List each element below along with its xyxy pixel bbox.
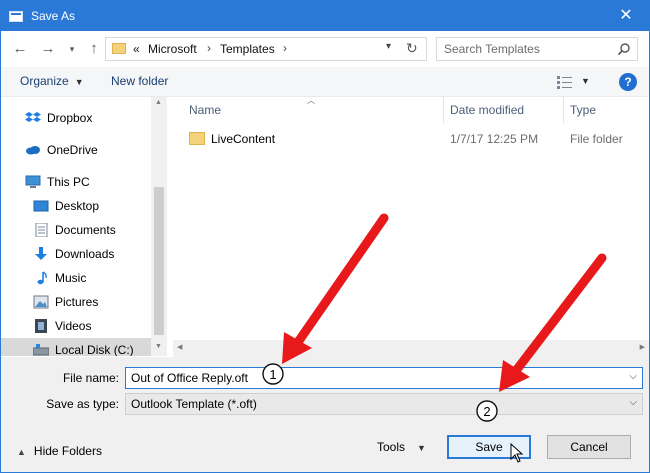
address-bar[interactable]: « Microsoft › Templates › ▾ ↻ xyxy=(105,37,427,61)
file-name: LiveContent xyxy=(211,132,276,146)
save-as-dialog: Save As ✕ ← → ▾ ↑ « Microsoft › Template… xyxy=(0,0,650,473)
save-type-value: Outlook Template (*.oft) xyxy=(131,397,257,411)
sidebar-item-label: Downloads xyxy=(55,247,115,261)
breadcrumb-templates[interactable]: Templates xyxy=(220,42,275,56)
window-title: Save As xyxy=(31,9,76,23)
command-bar: Organize ▼ New folder ▼ ? xyxy=(1,67,649,97)
videos-icon xyxy=(35,319,47,333)
sidebar-item-desktop[interactable]: Desktop xyxy=(1,194,151,218)
breadcrumb-chevron-icon[interactable]: › xyxy=(207,41,211,55)
sidebar-item-pictures[interactable]: Pictures xyxy=(1,290,151,314)
cancel-button[interactable]: Cancel xyxy=(547,435,631,459)
up-arrow-icon[interactable]: ↑ xyxy=(85,39,103,59)
sidebar-item-label: Local Disk (C:) xyxy=(55,343,134,356)
close-button[interactable]: ✕ xyxy=(603,1,649,31)
sidebar-item-onedrive[interactable]: OneDrive xyxy=(1,138,151,162)
file-row[interactable]: LiveContent 1/7/17 12:25 PM File folder xyxy=(173,127,649,151)
desktop-icon xyxy=(33,200,49,212)
view-options-icon[interactable] xyxy=(557,75,573,89)
sidebar-item-dropbox[interactable]: Dropbox xyxy=(1,106,151,130)
breadcrumb-chevron-icon[interactable]: › xyxy=(283,41,287,55)
pc-icon xyxy=(25,175,41,188)
forward-arrow-icon[interactable]: → xyxy=(39,39,57,59)
sort-ascending-icon: ︿ xyxy=(307,96,315,105)
sidebar-item-label: OneDrive xyxy=(47,143,98,157)
column-divider[interactable] xyxy=(563,97,564,123)
onedrive-icon xyxy=(26,146,40,155)
horizontal-scrollbar[interactable]: ◀ ▶ xyxy=(173,340,649,357)
file-name-field[interactable]: Out of Office Reply.oft ⌵ xyxy=(125,367,643,389)
navigation-pane: Dropbox OneDrive This PC Desktop Documen… xyxy=(1,97,167,356)
sidebar-item-label: This PC xyxy=(47,175,90,189)
sidebar-item-downloads[interactable]: Downloads xyxy=(1,242,151,266)
scrollbar-thumb[interactable] xyxy=(154,187,164,335)
view-dropdown-icon[interactable]: ▼ xyxy=(581,76,590,86)
scroll-up-icon[interactable]: ▲ xyxy=(155,99,162,106)
sidebar-item-label: Documents xyxy=(55,223,116,237)
dialog-footer: ▲ Hide Folders Tools ▼ Save Cancel xyxy=(1,417,649,472)
tools-label: Tools xyxy=(377,440,406,454)
file-name-label: File name: xyxy=(62,371,119,385)
title-bar: Save As ✕ xyxy=(1,1,649,31)
sidebar-item-videos[interactable]: Videos xyxy=(1,314,151,338)
downloads-icon xyxy=(35,247,47,260)
address-dropdown-icon[interactable]: ▾ xyxy=(386,41,391,52)
scroll-right-icon[interactable]: ▶ xyxy=(640,343,645,351)
sidebar-item-music[interactable]: Music xyxy=(1,266,151,290)
save-fields: File name: Out of Office Reply.oft ⌵ Sav… xyxy=(1,357,649,417)
scroll-down-icon[interactable]: ▼ xyxy=(155,343,162,350)
folder-icon xyxy=(112,43,126,54)
chevron-down-icon: ▼ xyxy=(417,443,426,453)
organize-label: Organize xyxy=(20,74,69,88)
file-name-value: Out of Office Reply.oft xyxy=(131,371,248,385)
chevron-up-icon: ▲ xyxy=(17,447,26,457)
new-folder-button[interactable]: New folder xyxy=(111,74,168,88)
sidebar-item-label: Videos xyxy=(55,319,92,333)
column-header-date[interactable]: Date modified xyxy=(450,103,524,117)
chevron-down-icon: ▼ xyxy=(74,77,84,87)
scroll-left-icon[interactable]: ◀ xyxy=(177,343,182,351)
documents-icon xyxy=(35,223,48,237)
help-icon[interactable]: ? xyxy=(619,73,637,91)
search-placeholder: Search Templates xyxy=(444,42,540,56)
chevron-down-icon[interactable]: ⌵ xyxy=(629,371,637,382)
sidebar-item-label: Desktop xyxy=(55,199,100,213)
file-list: ︿ Name Date modified Type LiveContent 1/… xyxy=(173,96,649,356)
hide-folders-label: Hide Folders xyxy=(33,444,102,458)
search-input[interactable]: Search Templates xyxy=(436,37,638,61)
breadcrumb-overflow[interactable]: « xyxy=(133,42,140,56)
column-divider[interactable] xyxy=(443,97,444,123)
back-arrow-icon[interactable]: ← xyxy=(11,39,29,59)
chevron-down-icon[interactable]: ⌵ xyxy=(629,397,637,408)
refresh-icon[interactable]: ↻ xyxy=(406,40,418,57)
hide-folders-button[interactable]: ▲ Hide Folders xyxy=(17,444,102,458)
save-type-select[interactable]: Outlook Template (*.oft) ⌵ xyxy=(125,393,643,415)
folder-icon xyxy=(189,132,205,145)
breadcrumb-microsoft[interactable]: Microsoft xyxy=(148,42,197,56)
save-type-label: Save as type: xyxy=(46,397,119,411)
pictures-icon xyxy=(33,295,49,309)
music-icon xyxy=(37,271,47,285)
sidebar-item-label: Music xyxy=(55,271,87,285)
sidebar-item-this-pc[interactable]: This PC xyxy=(1,170,151,194)
organize-button[interactable]: Organize ▼ xyxy=(20,74,84,88)
search-icon xyxy=(617,43,630,56)
column-header-name[interactable]: Name xyxy=(189,103,221,117)
mouse-cursor-icon xyxy=(510,443,524,463)
sidebar-item-documents[interactable]: Documents xyxy=(1,218,151,242)
file-date: 1/7/17 12:25 PM xyxy=(450,132,539,146)
dropbox-icon xyxy=(25,112,41,122)
sidebar-item-label: Dropbox xyxy=(47,111,93,125)
column-header-type[interactable]: Type xyxy=(570,103,596,117)
sidebar-item-label: Pictures xyxy=(55,295,99,309)
file-type: File folder xyxy=(570,132,623,146)
sidebar-item-local-disk[interactable]: Local Disk (C:) xyxy=(1,338,151,356)
navigation-scrollbar[interactable]: ▲ ▼ xyxy=(151,97,167,356)
window-icon xyxy=(9,11,23,22)
recent-locations-icon[interactable]: ▾ xyxy=(63,39,81,59)
tools-button[interactable]: Tools ▼ xyxy=(377,440,426,454)
navigation-bar: ← → ▾ ↑ « Microsoft › Templates › ▾ ↻ Se… xyxy=(1,31,649,67)
disk-icon xyxy=(33,344,49,356)
